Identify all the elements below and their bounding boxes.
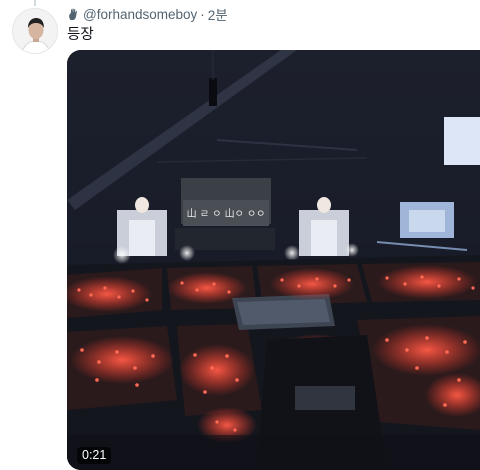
- stage-screen-text: 山 ㄹ ㅇ 山ㅇ ㅇㅇ: [187, 208, 266, 220]
- tweet-text: 등장: [67, 27, 94, 43]
- concert-video-frame: 山 ㄹ ㅇ 山ㅇ ㅇㅇ: [67, 50, 480, 470]
- author-handle[interactable]: @forhandsomeboy: [83, 7, 197, 22]
- header-separator: ·: [200, 6, 205, 22]
- avatar[interactable]: [12, 8, 58, 54]
- video-duration-badge: 0:21: [77, 447, 112, 464]
- video-player[interactable]: 山 ㄹ ㅇ 山ㅇ ㅇㅇ 0:21: [67, 50, 480, 470]
- tweet-header: @forhandsomeboy · 2분: [67, 5, 228, 23]
- thread-line: [34, 0, 36, 6]
- raised-hand-icon: [67, 7, 80, 21]
- post-time[interactable]: 2분: [208, 4, 228, 24]
- avatar-image: [13, 9, 57, 53]
